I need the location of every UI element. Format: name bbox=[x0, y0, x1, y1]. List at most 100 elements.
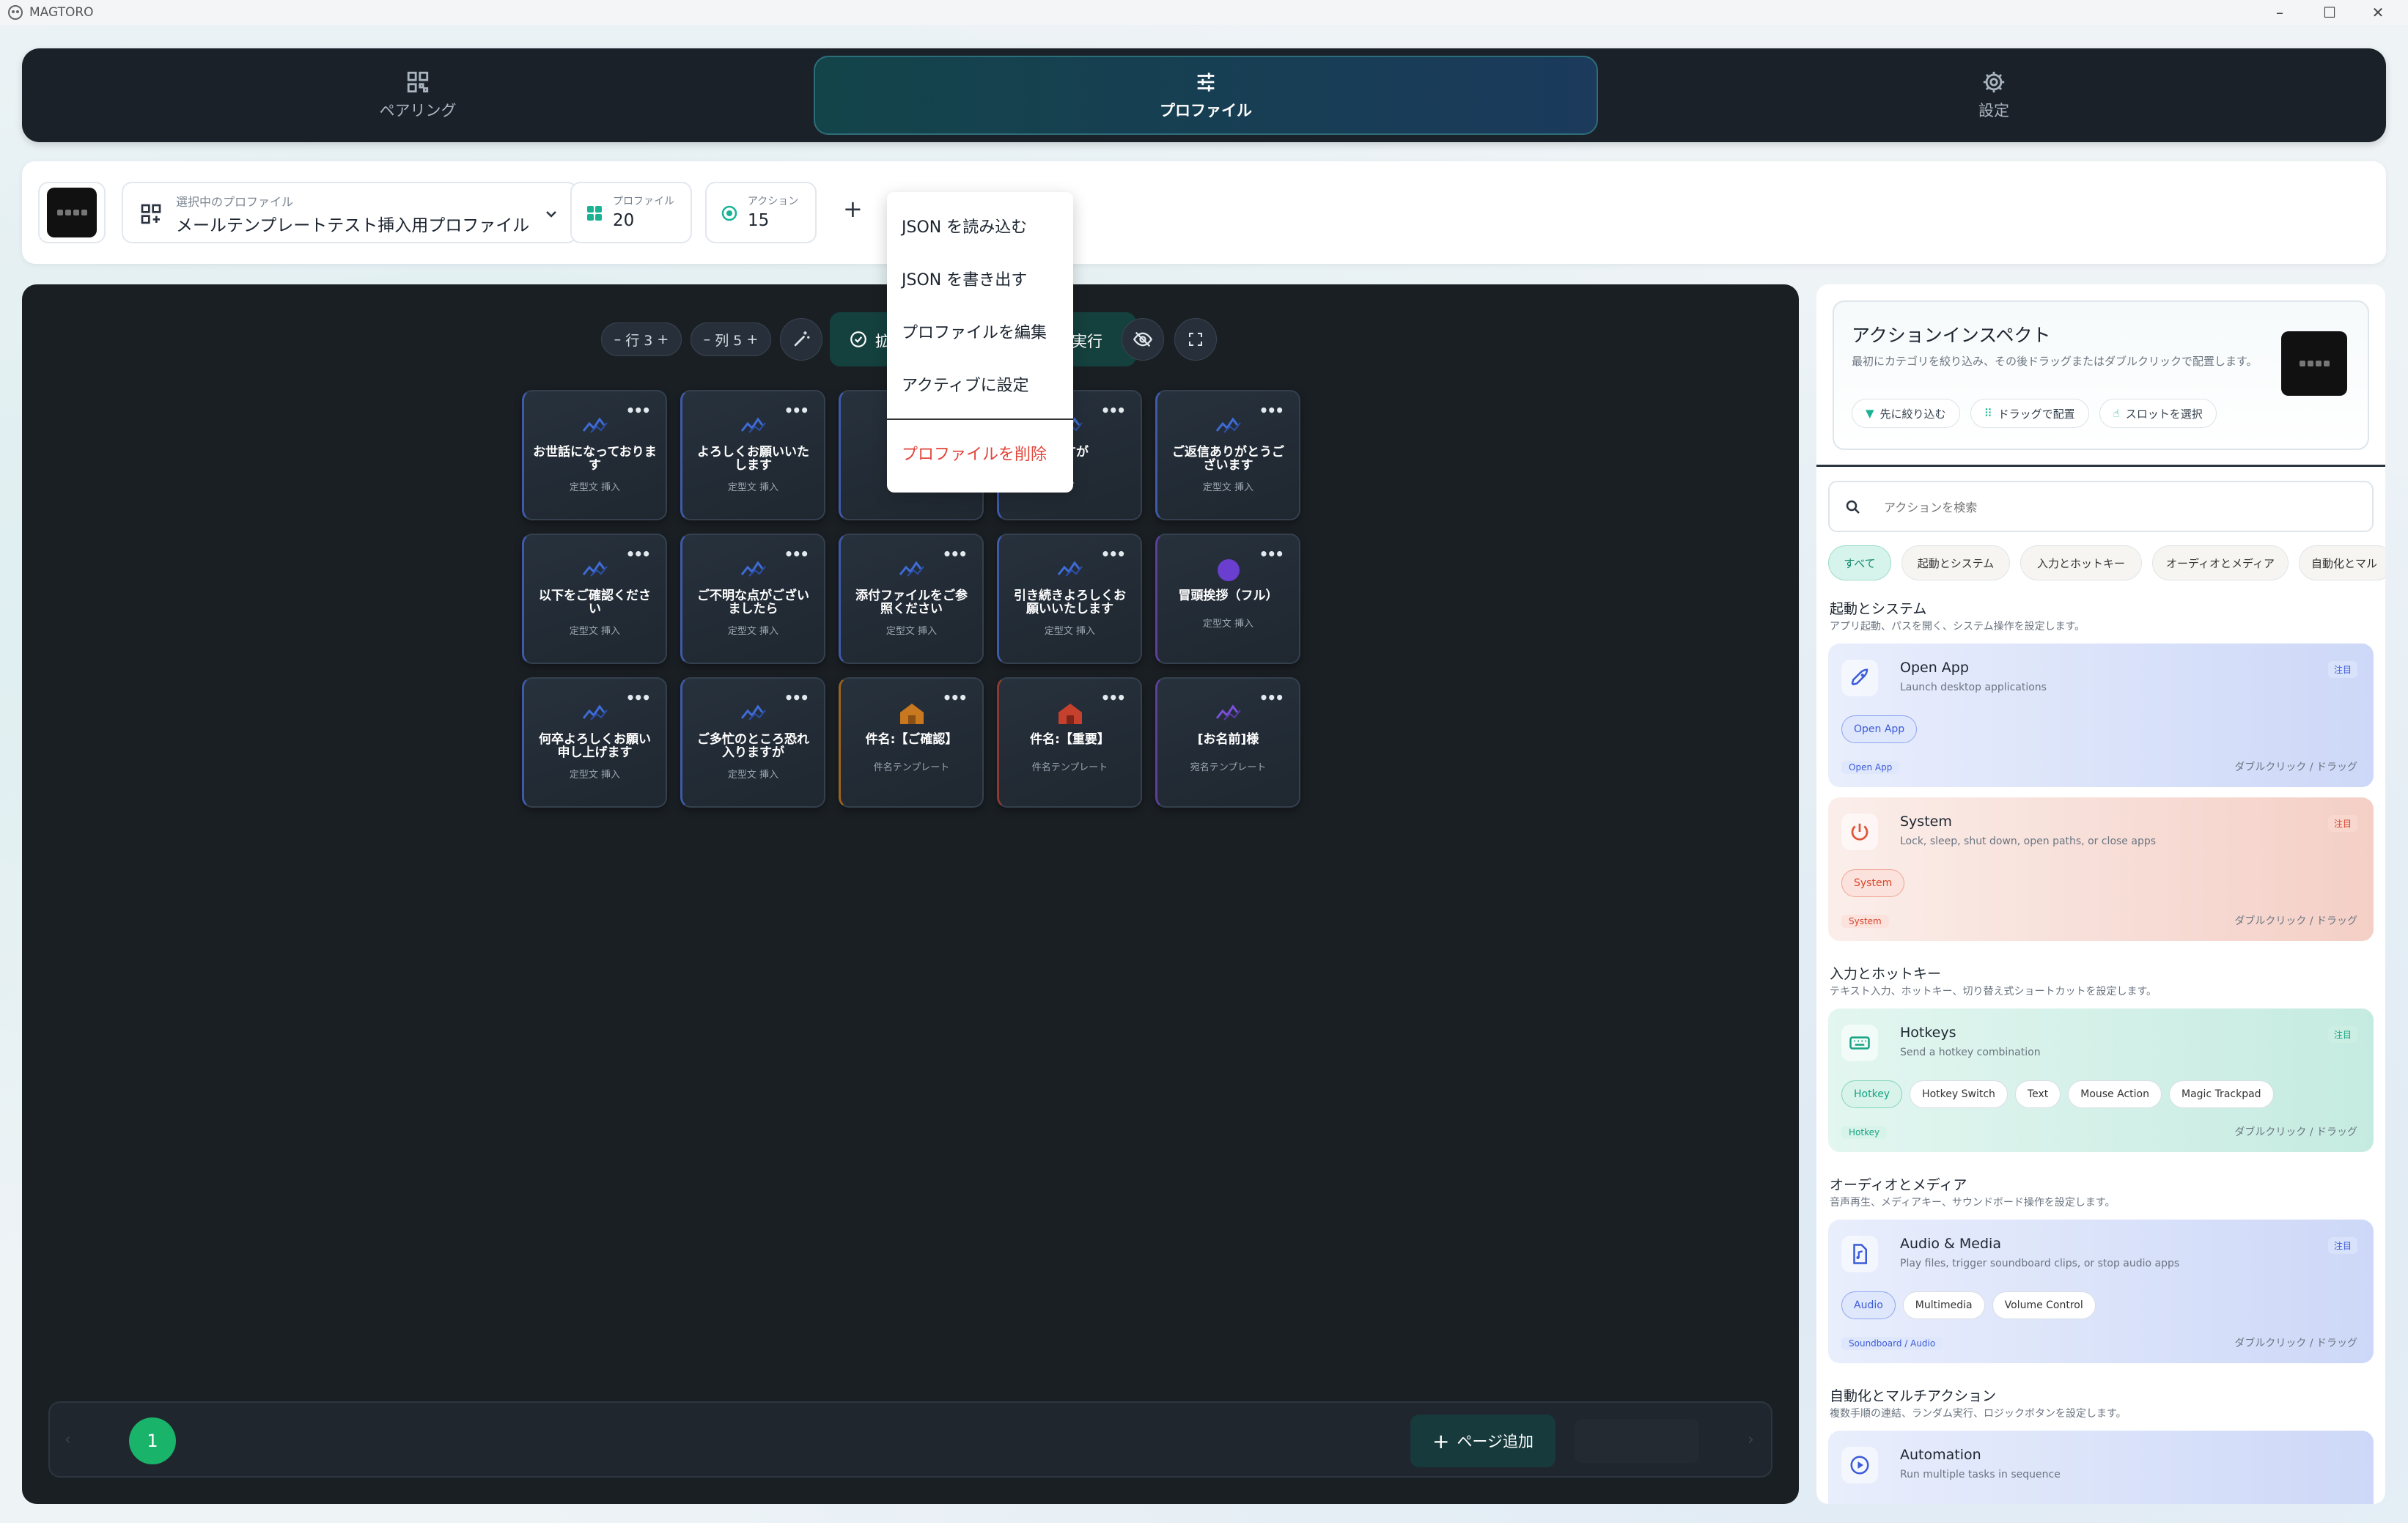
action-name: Automation bbox=[1900, 1447, 1981, 1463]
profile-menu-button[interactable]: + bbox=[843, 195, 863, 223]
chip-filter-first[interactable]: ▼ 先に絞り込む bbox=[1852, 399, 1960, 428]
card-title: よろしくお願いいたします bbox=[697, 445, 809, 473]
menu-item-delete-profile[interactable]: プロファイルを削除 bbox=[902, 441, 1047, 465]
category-launch-system[interactable]: 起動とシステム bbox=[1901, 545, 2010, 580]
add-page-button[interactable]: + ページ追加 bbox=[1410, 1415, 1555, 1467]
grid-card[interactable]: ••• ご不明な点がございましたら 定型文 挿入 bbox=[680, 534, 825, 664]
wave-icon bbox=[524, 701, 666, 723]
action-footer-tag: Open App bbox=[1841, 761, 1900, 774]
menu-item-load-json[interactable]: JSON を読み込む bbox=[902, 214, 1027, 237]
disabled-page-button bbox=[1575, 1419, 1699, 1463]
tab-settings[interactable]: 設定 bbox=[1613, 56, 2375, 135]
actions-count-label: アクション bbox=[748, 196, 799, 207]
action-tag[interactable]: Hotkey Switch bbox=[1910, 1080, 2008, 1108]
fullscreen-button[interactable] bbox=[1174, 318, 1217, 361]
action-tag[interactable]: Volume Control bbox=[1992, 1291, 2096, 1319]
cols-stepper[interactable]: – 列 5 + bbox=[691, 322, 771, 356]
card-subtitle: 定型文 挿入 bbox=[569, 770, 621, 781]
action-card-automation[interactable]: Automation Run multiple tasks in sequenc… bbox=[1828, 1431, 2374, 1504]
chip-select-slot[interactable]: ☝ スロットを選択 bbox=[2099, 399, 2217, 428]
hide-button[interactable] bbox=[1122, 318, 1164, 361]
inspector-description: 最初にカテゴリを絞り込み、その後ドラッグまたはダブルクリックで配置します。 bbox=[1852, 355, 2258, 368]
grid-card[interactable]: ••• お世話になっております 定型文 挿入 bbox=[522, 390, 667, 520]
action-tag[interactable]: Open App bbox=[1841, 715, 1918, 743]
power-icon bbox=[1841, 814, 1878, 850]
page-1-button[interactable]: 1 bbox=[129, 1417, 176, 1464]
next-page-arrow[interactable]: › bbox=[1748, 1431, 1754, 1449]
wave-icon bbox=[682, 701, 824, 723]
action-tag[interactable]: System bbox=[1841, 869, 1905, 897]
grid-card[interactable]: ••• 引き続きよろしくお願いいたします 定型文 挿入 bbox=[997, 534, 1142, 664]
action-footer-tag: Hotkey bbox=[1841, 1126, 1888, 1139]
grid-card[interactable]: ••• 添付ファイルをご参照ください 定型文 挿入 bbox=[839, 534, 984, 664]
action-card-open-app[interactable]: Open App Launch desktop applications 注目 … bbox=[1828, 644, 2374, 787]
grid-card[interactable]: ••• [お名前]様 宛名テンプレート bbox=[1155, 677, 1300, 808]
card-title: 何卒よろしくお願い申し上げます bbox=[539, 732, 651, 760]
actions-count-value: 15 bbox=[748, 211, 770, 230]
card-subtitle: 定型文 挿入 bbox=[1202, 619, 1254, 630]
profile-thumbnail[interactable] bbox=[38, 182, 106, 243]
grid-card[interactable]: ••• 以下をご確認ください 定型文 挿入 bbox=[522, 534, 667, 664]
page-bar: ‹ 1 + ページ追加 › bbox=[48, 1401, 1772, 1478]
grid-card[interactable]: ••• ご多忙のところ恐れ入りますが 定型文 挿入 bbox=[680, 677, 825, 808]
action-name: Open App bbox=[1900, 660, 1969, 676]
section-desc-automation: 複数手順の連結、ランダム実行、ロジックボタンを設定します。 bbox=[1830, 1408, 2127, 1420]
action-inspector: アクションインスペクト 最初にカテゴリを絞り込み、その後ドラッグまたはダブルクリ… bbox=[1833, 300, 2369, 450]
cols-increment[interactable]: + bbox=[746, 331, 758, 347]
action-card-system[interactable]: System Lock, sleep, shut down, open path… bbox=[1828, 797, 2374, 941]
rows-stepper[interactable]: – 行 3 + bbox=[601, 322, 682, 356]
grid-card[interactable]: ••• 冒頭挨拶（フル） 定型文 挿入 bbox=[1155, 534, 1300, 664]
maximize-button[interactable]: ☐ bbox=[2308, 0, 2352, 25]
action-tag[interactable]: Mouse Action bbox=[2068, 1080, 2162, 1108]
minimize-button[interactable]: – bbox=[2258, 0, 2302, 25]
action-hint: ダブルクリック / ドラッグ bbox=[2234, 1338, 2357, 1349]
action-card-audio-media[interactable]: Audio & Media Play files, trigger soundb… bbox=[1828, 1220, 2374, 1363]
cols-value: 列 5 bbox=[715, 332, 743, 349]
menu-item-edit-profile[interactable]: プロファイルを編集 bbox=[902, 320, 1047, 343]
rows-decrement[interactable]: – bbox=[614, 331, 622, 347]
action-card-hotkeys[interactable]: Hotkeys Send a hotkey combination 注目 Hot… bbox=[1828, 1008, 2374, 1152]
category-filter-row: すべて 起動とシステム 入力とホットキー オーディオとメディア 自動化とマル bbox=[1828, 545, 2385, 580]
grid-card[interactable]: ••• ご返信ありがとうございます 定型文 挿入 bbox=[1155, 390, 1300, 520]
eye-off-icon bbox=[1133, 331, 1153, 347]
profile-selector[interactable]: 選択中のプロファイル メールテンプレートテスト挿入用プロファイル bbox=[122, 182, 578, 243]
section-desc-audio-media: 音声再生、メディアキー、サウンドボード操作を設定します。 bbox=[1830, 1197, 2116, 1209]
app-logo-icon bbox=[8, 5, 23, 20]
card-subtitle: 定型文 挿入 bbox=[569, 626, 621, 637]
grid-card[interactable]: ••• 件名:【ご確認】 件名テンプレート bbox=[839, 677, 984, 808]
close-button[interactable]: ✕ bbox=[2356, 0, 2400, 25]
action-tag[interactable]: Audio bbox=[1841, 1291, 1896, 1319]
category-input-hotkeys[interactable]: 入力とホットキー bbox=[2020, 545, 2142, 580]
card-title: 件名:【ご確認】 bbox=[865, 732, 958, 747]
action-tag[interactable]: Text bbox=[2014, 1080, 2061, 1108]
action-search-input[interactable] bbox=[1884, 495, 2324, 519]
action-footer-tag: System bbox=[1841, 915, 1889, 928]
menu-item-export-json[interactable]: JSON を書き出す bbox=[902, 267, 1027, 290]
action-search-field[interactable] bbox=[1828, 481, 2374, 532]
grid-card[interactable]: ••• 件名:【重要】 件名テンプレート bbox=[997, 677, 1142, 808]
rows-increment[interactable]: + bbox=[657, 331, 669, 347]
card-title: 添付ファイルをご参照ください bbox=[855, 589, 968, 616]
action-tag[interactable]: Multimedia bbox=[1902, 1291, 1985, 1319]
category-audio-media[interactable]: オーディオとメディア bbox=[2152, 545, 2289, 580]
tab-pairing[interactable]: ペアリング bbox=[37, 56, 799, 135]
grid-card[interactable]: ••• 何卒よろしくお願い申し上げます 定型文 挿入 bbox=[522, 677, 667, 808]
action-name: System bbox=[1900, 814, 1952, 830]
selected-profile-name: メールテンプレートテスト挿入用プロファイル bbox=[176, 216, 530, 235]
menu-item-set-active[interactable]: アクティブに設定 bbox=[902, 372, 1029, 396]
action-tag[interactable]: Hotkey bbox=[1841, 1080, 1903, 1108]
action-hint: ダブルクリック / ドラッグ bbox=[2234, 762, 2357, 773]
magic-wand-button[interactable] bbox=[780, 318, 822, 361]
card-subtitle: 宛名テンプレート bbox=[1190, 762, 1267, 773]
top-navigation: ペアリング プロファイル 設定 bbox=[22, 48, 2386, 142]
chip-drag-place[interactable]: ⠿ ドラッグで配置 bbox=[1970, 399, 2089, 428]
category-all[interactable]: すべて bbox=[1828, 545, 1891, 580]
section-desc-input-hotkeys: テキスト入力、ホットキー、切り替え式ショートカットを設定します。 bbox=[1830, 986, 2157, 997]
category-automation[interactable]: 自動化とマル bbox=[2299, 545, 2385, 580]
action-description: Lock, sleep, shut down, open paths, or c… bbox=[1900, 836, 2157, 847]
grid-card[interactable]: ••• よろしくお願いいたします 定型文 挿入 bbox=[680, 390, 825, 520]
tab-profile[interactable]: プロファイル bbox=[814, 56, 1598, 135]
cols-decrement[interactable]: – bbox=[704, 331, 711, 347]
action-tag[interactable]: Magic Trackpad bbox=[2168, 1080, 2274, 1108]
prev-page-arrow[interactable]: ‹ bbox=[65, 1431, 71, 1449]
